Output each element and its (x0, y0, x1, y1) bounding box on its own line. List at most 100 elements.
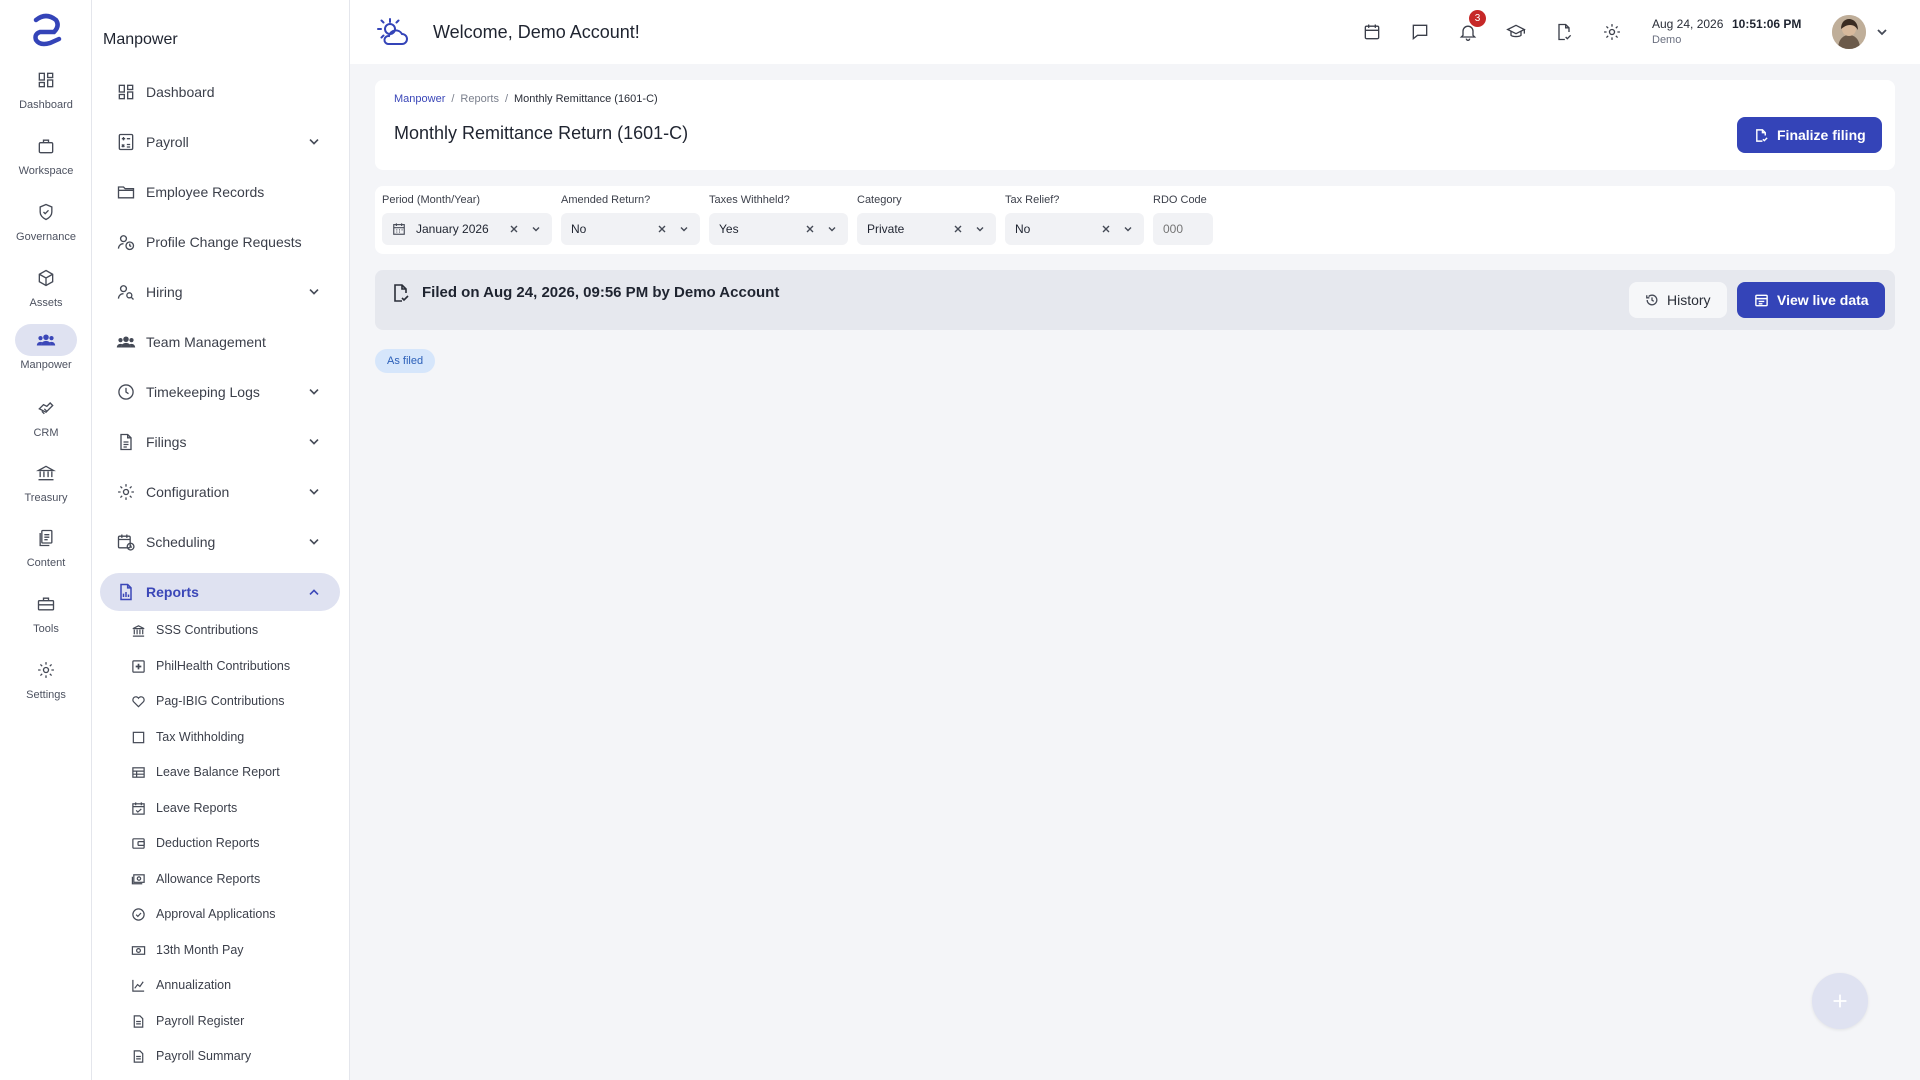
rail-item-governance[interactable]: Governance (0, 196, 92, 258)
check-circle-icon (130, 906, 146, 922)
sub-item-leave-reports[interactable]: Leave Reports (130, 795, 237, 821)
chevron-down-icon[interactable] (304, 132, 324, 152)
sub-item-approval-applications[interactable]: Approval Applications (130, 901, 276, 927)
rail-item-tools[interactable]: Tools (0, 588, 92, 650)
sidebar-item-filings[interactable]: Filings (100, 423, 340, 461)
chevron-down-icon[interactable] (678, 223, 690, 235)
finalize-filing-button[interactable]: Finalize filing (1737, 117, 1882, 153)
rail-item-workspace[interactable]: Workspace (0, 130, 92, 192)
sub-item-leave-balance-report[interactable]: Leave Balance Report (130, 759, 280, 785)
breadcrumb-current: Monthly Remittance (1601-C) (514, 93, 658, 105)
chevron-down-icon[interactable] (304, 382, 324, 402)
close-icon[interactable] (656, 223, 668, 235)
sidebar-item-dashboard[interactable]: Dashboard (100, 73, 340, 111)
rail-item-manpower[interactable]: Manpower (0, 324, 92, 386)
breadcrumb-reports[interactable]: Reports (460, 93, 499, 105)
close-icon[interactable] (1100, 223, 1112, 235)
amended-return-select[interactable]: No (561, 213, 700, 245)
document-icon (15, 522, 77, 554)
report-chart-icon (114, 580, 138, 604)
file-check-icon (391, 283, 411, 303)
file-finalize-icon (1753, 127, 1769, 143)
view-live-data-button[interactable]: View live data (1737, 282, 1885, 318)
settings-gear-icon[interactable] (1600, 20, 1624, 44)
calendar-clock-icon (114, 530, 138, 554)
rail-item-treasury[interactable]: Treasury (0, 457, 92, 519)
bell-icon[interactable]: 3 (1456, 10, 1486, 44)
avatar[interactable] (1832, 15, 1866, 49)
sub-item-sss-contributions[interactable]: SSS Contributions (130, 617, 258, 643)
sub-item-deduction-reports[interactable]: Deduction Reports (130, 830, 260, 856)
rail-item-crm[interactable]: CRM (0, 392, 92, 454)
tax-relief-select[interactable]: No (1005, 213, 1144, 245)
breadcrumb-separator: / (504, 93, 509, 105)
chevron-down-icon[interactable] (530, 223, 542, 235)
rail-item-content[interactable]: Content (0, 522, 92, 584)
sidebar-item-payroll[interactable]: Payroll (100, 123, 340, 161)
history-button[interactable]: History (1629, 282, 1727, 318)
calendar-icon[interactable] (1360, 20, 1384, 44)
file-check-icon[interactable] (1552, 20, 1576, 44)
sidebar-item-configuration[interactable]: Configuration (100, 473, 340, 511)
sub-item-tax-withholding[interactable]: Tax Withholding (130, 724, 244, 750)
rail-item-assets[interactable]: Assets (0, 262, 92, 324)
filed-status-bar: Filed on Aug 24, 2026, 09:56 PM by Demo … (375, 270, 1895, 330)
sub-item-pag-ibig-contributions[interactable]: Pag-IBIG Contributions (130, 688, 285, 714)
plus-icon (1829, 990, 1851, 1012)
chevron-up-icon[interactable] (304, 582, 324, 602)
sidebar-item-hiring[interactable]: Hiring (100, 273, 340, 311)
sub-item-philhealth-contributions[interactable]: PhilHealth Contributions (130, 653, 290, 679)
sidebar-item-reports[interactable]: Reports (100, 573, 340, 611)
notification-badge: 3 (1469, 10, 1486, 27)
calendar-icon (392, 222, 406, 236)
filter-period: Period (Month/Year) January 2026 (382, 194, 552, 245)
breadcrumb-manpower[interactable]: Manpower (394, 93, 445, 105)
rail-item-dashboard[interactable]: Dashboard (0, 64, 92, 126)
sub-item-allowance-reports[interactable]: Allowance Reports (130, 866, 260, 892)
sidebar-title: Manpower (103, 31, 178, 48)
close-icon[interactable] (952, 223, 964, 235)
chevron-down-icon[interactable] (304, 282, 324, 302)
sidebar-item-team-management[interactable]: Team Management (100, 323, 340, 361)
close-icon[interactable] (508, 223, 520, 235)
cash-icon (130, 871, 146, 887)
chevron-down-icon[interactable] (1874, 24, 1890, 40)
sub-item-payroll-summary[interactable]: Payroll Summary (130, 1043, 251, 1069)
chevron-down-icon[interactable] (974, 223, 986, 235)
header-user: Demo (1652, 34, 1682, 46)
toolbox-icon (15, 588, 77, 620)
period-select[interactable]: January 2026 (382, 213, 552, 245)
table-icon (130, 764, 146, 780)
app-logo[interactable] (26, 10, 66, 50)
wallet-icon (130, 835, 146, 851)
sidebar-item-employee-records[interactable]: Employee Records (100, 173, 340, 211)
chevron-down-icon[interactable] (304, 432, 324, 452)
chevron-down-icon[interactable] (304, 532, 324, 552)
rdo-code-input[interactable] (1163, 222, 1203, 236)
category-select[interactable]: Private (857, 213, 996, 245)
sidebar-item-timekeeping-logs[interactable]: Timekeeping Logs (100, 373, 340, 411)
filters-card: Period (Month/Year) January 2026 Amended… (375, 186, 1895, 254)
close-icon[interactable] (804, 223, 816, 235)
taxes-withheld-select[interactable]: Yes (709, 213, 848, 245)
sub-item-13th-month-pay[interactable]: 13th Month Pay (130, 937, 244, 963)
page-title: Monthly Remittance Return (1601-C) (394, 123, 689, 143)
module-sidebar: Manpower Dashboard Payroll Employee Reco… (92, 0, 350, 1080)
chevron-down-icon[interactable] (826, 223, 838, 235)
add-fab-button[interactable] (1812, 973, 1868, 1029)
user-search-icon (114, 280, 138, 304)
medical-plus-icon (130, 658, 146, 674)
history-icon (1645, 293, 1659, 307)
sub-item-annualization[interactable]: Annualization (130, 972, 231, 998)
chevron-down-icon[interactable] (1122, 223, 1134, 235)
people-icon (15, 324, 77, 356)
chat-icon[interactable] (1408, 20, 1432, 44)
chevron-down-icon[interactable] (304, 482, 324, 502)
team-icon (114, 330, 138, 354)
sub-item-payroll-register[interactable]: Payroll Register (130, 1008, 244, 1034)
bank-icon (130, 622, 146, 638)
sidebar-item-profile-change-requests[interactable]: Profile Change Requests (100, 223, 340, 261)
sidebar-item-scheduling[interactable]: Scheduling (100, 523, 340, 561)
graduation-cap-icon[interactable] (1504, 20, 1528, 44)
rail-item-settings[interactable]: Settings (0, 654, 92, 716)
